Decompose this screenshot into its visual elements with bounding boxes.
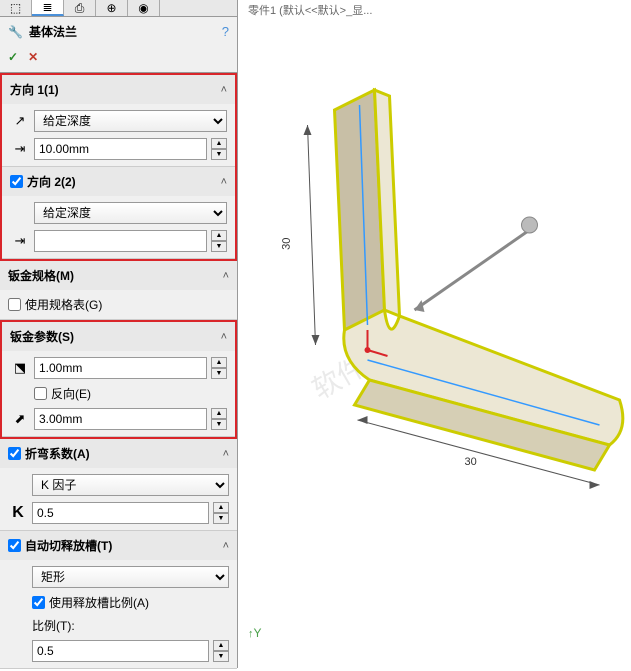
thickness-icon: ⬔ <box>10 360 30 376</box>
thickness-spinner[interactable]: ▲▼ <box>211 357 227 379</box>
cancel-button[interactable]: ✕ <box>28 50 38 64</box>
ratio-input[interactable] <box>32 640 209 662</box>
axis-indicator: ↑Y <box>248 626 262 640</box>
use-gauge-label: 使用规格表(G) <box>25 296 102 313</box>
chevron-up-icon: ˄ <box>223 540 229 552</box>
feature-header: 🔧 基体法兰 ? <box>0 17 237 46</box>
k-factor-spinner[interactable]: ▲▼ <box>213 502 229 524</box>
params-section: 钣金参数(S) ˄ ⬔ ▲▼ 反向(E) ⬈ ▲▼ <box>2 322 235 437</box>
dir2-type-select[interactable]: 给定深度 <box>34 202 227 224</box>
tab-config[interactable]: ⎙ <box>64 0 96 16</box>
gauge-header[interactable]: 钣金规格(M) ˄ <box>0 261 237 290</box>
direction2-title: 方向 2(2) <box>27 173 221 190</box>
direction-group-highlight: 方向 1(1) ˄ ↗ 给定深度 ⇥ ▲▼ 方向 2(2) ˄ <box>0 73 237 261</box>
params-header[interactable]: 钣金参数(S) ˄ <box>2 322 235 351</box>
k-factor-label: K <box>8 504 28 522</box>
dir2-depth-spinner[interactable]: ▲▼ <box>211 230 227 252</box>
dir1-depth-input[interactable] <box>34 138 207 160</box>
property-panel: ⬚ ≣ ⎙ ⊕ ◉ 🔧 基体法兰 ? ✓ ✕ 方向 1(1) ˄ ↗ 给定深度 … <box>0 0 238 668</box>
gauge-section: 钣金规格(M) ˄ 使用规格表(G) <box>0 261 237 320</box>
bend-type-select[interactable]: K 因子 <box>32 474 229 496</box>
ratio-spinner[interactable]: ▲▼ <box>213 640 229 662</box>
radius-spinner[interactable]: ▲▼ <box>211 408 227 430</box>
dir1-type-select[interactable]: 给定深度 <box>34 110 227 132</box>
relief-enable-checkbox[interactable] <box>8 539 21 552</box>
tab-property[interactable]: ≣ <box>32 0 64 16</box>
depth2-icon: ⇥ <box>10 233 30 249</box>
bend-header[interactable]: 折弯系数(A) ˄ <box>0 439 237 468</box>
relief-header[interactable]: 自动切释放槽(T) ˄ <box>0 531 237 560</box>
relief-section: 自动切释放槽(T) ˄ 矩形 使用释放槽比例(A) 比例(T): ▲▼ <box>0 531 237 669</box>
reverse-label: 反向(E) <box>51 385 91 402</box>
use-ratio-checkbox[interactable] <box>32 596 45 609</box>
ok-button[interactable]: ✓ <box>8 50 18 64</box>
base-flange-icon: 🔧 <box>8 25 23 39</box>
ratio-label: 比例(T): <box>32 619 75 633</box>
chevron-up-icon: ˄ <box>223 270 229 282</box>
tab-display[interactable]: ⊕ <box>96 0 128 16</box>
feature-title: 基体法兰 <box>29 23 216 40</box>
tab-feature[interactable]: ⬚ <box>0 0 32 16</box>
direction1-section: 方向 1(1) ˄ ↗ 给定深度 ⇥ ▲▼ <box>2 75 235 167</box>
chevron-up-icon: ˄ <box>223 448 229 460</box>
breadcrumb[interactable]: 零件1 (默认<<默认>_显... <box>248 2 372 18</box>
reverse-checkbox[interactable] <box>34 387 47 400</box>
model-viewport[interactable]: 软件 <box>238 0 631 668</box>
relief-title: 自动切释放槽(T) <box>25 537 223 554</box>
direction2-header[interactable]: 方向 2(2) ˄ <box>2 167 235 196</box>
dimension-vertical[interactable]: 30 <box>281 125 320 345</box>
radius-icon: ⬈ <box>10 411 30 427</box>
panel-tabs: ⬚ ≣ ⎙ ⊕ ◉ <box>0 0 237 17</box>
chevron-up-icon: ˄ <box>221 176 227 188</box>
radius-input[interactable] <box>34 408 207 430</box>
use-ratio-label: 使用释放槽比例(A) <box>49 594 149 611</box>
chevron-up-icon: ˄ <box>221 331 227 343</box>
params-highlight: 钣金参数(S) ˄ ⬔ ▲▼ 反向(E) ⬈ ▲▼ <box>0 320 237 439</box>
direction1-header[interactable]: 方向 1(1) ˄ <box>2 75 235 104</box>
reverse-dir1-icon[interactable]: ↗ <box>10 113 30 129</box>
thickness-input[interactable] <box>34 357 207 379</box>
dir2-enable-checkbox[interactable] <box>10 175 23 188</box>
gauge-title: 钣金规格(M) <box>8 267 223 284</box>
depth1-icon: ⇥ <box>10 141 30 157</box>
help-icon[interactable]: ? <box>222 24 229 39</box>
direction2-section: 方向 2(2) ˄ 给定深度 ⇥ ▲▼ <box>2 167 235 259</box>
params-title: 钣金参数(S) <box>10 328 221 345</box>
confirm-row: ✓ ✕ <box>0 46 237 73</box>
direction1-title: 方向 1(1) <box>10 81 221 98</box>
bend-enable-checkbox[interactable] <box>8 447 21 460</box>
chevron-up-icon: ˄ <box>221 84 227 96</box>
graphics-area[interactable]: 零件1 (默认<<默认>_显... 软件 <box>238 0 631 668</box>
bend-title: 折弯系数(A) <box>25 445 223 462</box>
use-gauge-checkbox[interactable] <box>8 298 21 311</box>
tab-appearance[interactable]: ◉ <box>128 0 160 16</box>
dir1-depth-spinner[interactable]: ▲▼ <box>211 138 227 160</box>
svg-text:30: 30 <box>465 456 477 468</box>
k-factor-input[interactable] <box>32 502 209 524</box>
model-geometry <box>335 90 623 470</box>
svg-text:30: 30 <box>281 237 293 250</box>
relief-type-select[interactable]: 矩形 <box>32 566 229 588</box>
dir2-depth-input[interactable] <box>34 230 207 252</box>
bend-section: 折弯系数(A) ˄ K 因子 K ▲▼ <box>0 439 237 531</box>
